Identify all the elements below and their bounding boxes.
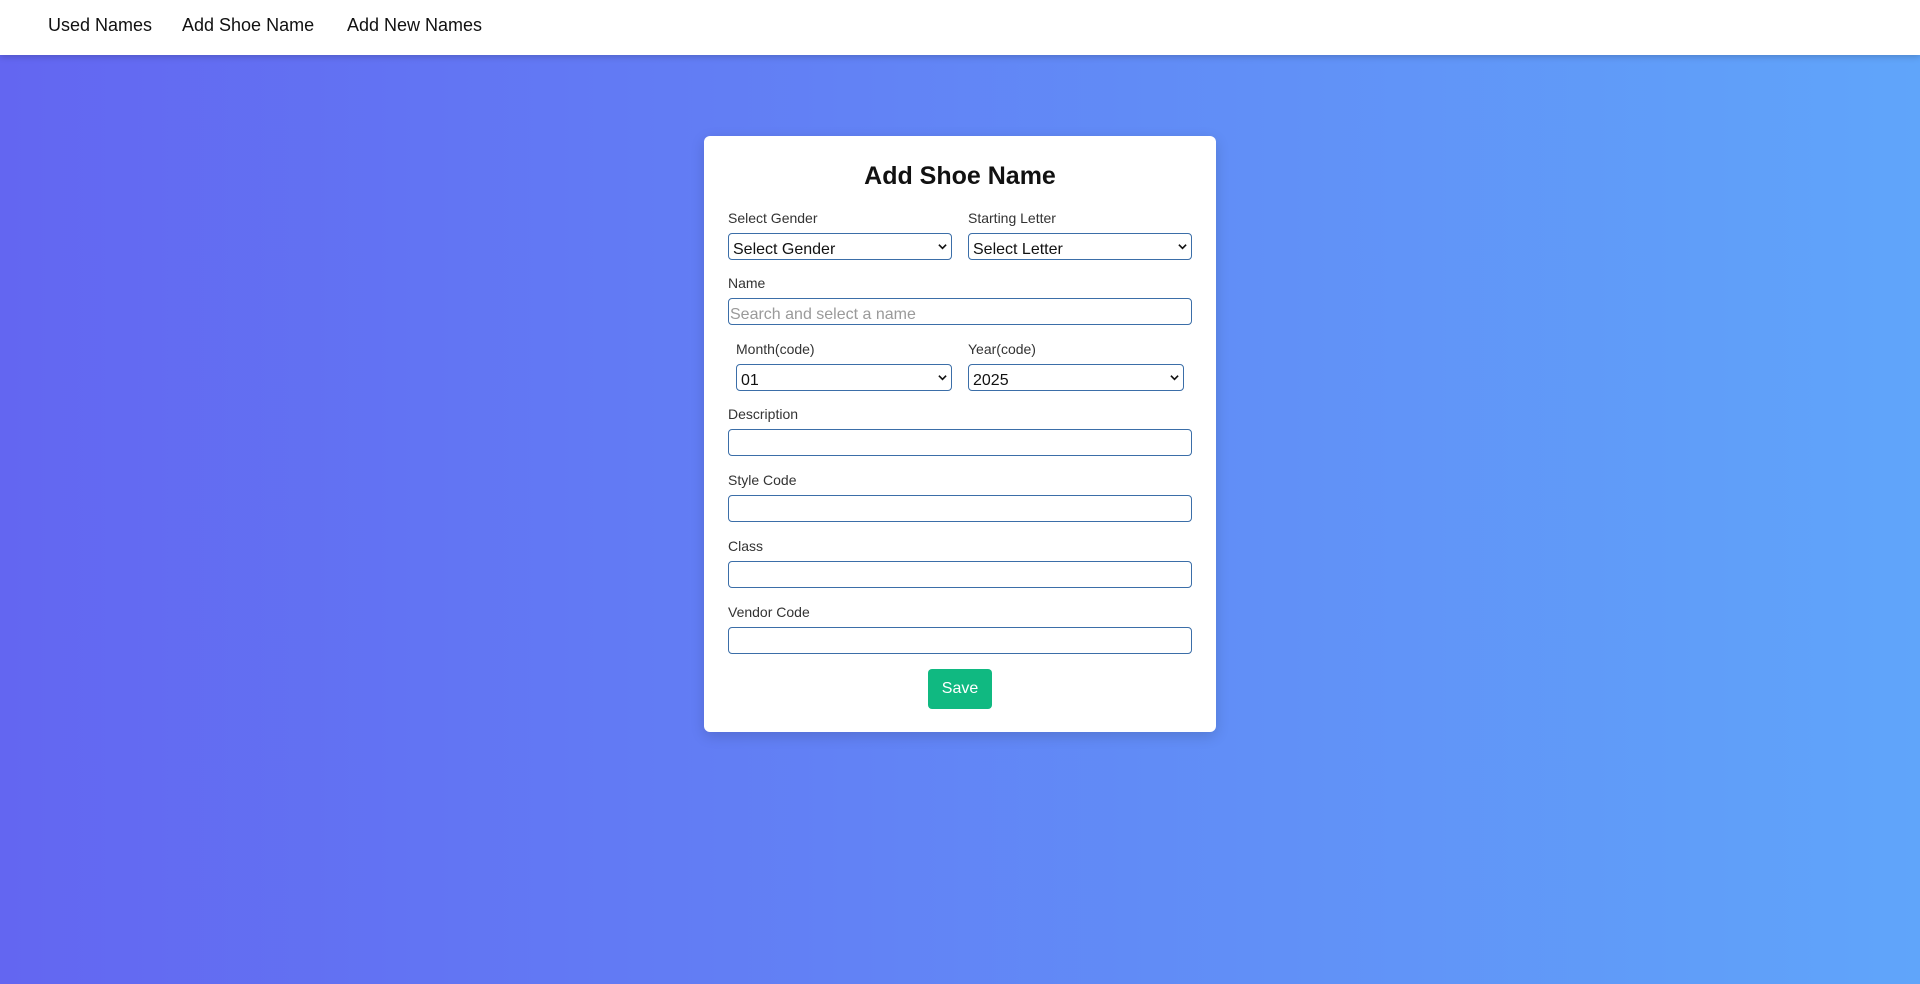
year-code-select-value: 2025: [973, 372, 1009, 389]
name-search-input[interactable]: Search and select a name: [728, 298, 1192, 325]
month-code-label: Month(code): [736, 341, 815, 357]
gender-label: Select Gender: [728, 210, 818, 226]
save-button[interactable]: Save: [928, 669, 992, 709]
starting-letter-select-value: Select Letter: [973, 241, 1063, 258]
style-code-label: Style Code: [728, 472, 797, 488]
gender-select-value: Select Gender: [733, 241, 836, 258]
name-label: Name: [728, 275, 766, 291]
nav-add-shoe-name[interactable]: Add Shoe Name: [182, 15, 314, 36]
month-code-select[interactable]: 01: [736, 364, 952, 391]
starting-letter-select[interactable]: Select Letter: [968, 233, 1192, 260]
style-code-input[interactable]: [728, 495, 1192, 522]
top-navbar: Used Names Add Shoe Name Add New Names: [0, 0, 1920, 55]
month-code-select-value: 01: [741, 372, 759, 389]
vendor-code-label: Vendor Code: [728, 604, 810, 620]
chevron-down-icon: [1178, 244, 1187, 250]
gender-select[interactable]: Select Gender: [728, 233, 952, 260]
class-input[interactable]: [728, 561, 1192, 588]
year-code-select[interactable]: 2025: [968, 364, 1184, 391]
form-title: Add Shoe Name: [864, 162, 1056, 190]
name-search-placeholder: Search and select a name: [730, 306, 916, 323]
chevron-down-icon: [938, 375, 947, 381]
description-label: Description: [728, 406, 799, 422]
chevron-down-icon: [1170, 375, 1179, 381]
add-shoe-name-card: Add Shoe Name Select Gender Select Gende…: [704, 136, 1216, 732]
year-code-label: Year(code): [968, 341, 1036, 357]
vendor-code-input[interactable]: [728, 627, 1192, 654]
starting-letter-label: Starting Letter: [968, 210, 1056, 226]
nav-used-names[interactable]: Used Names: [48, 15, 152, 36]
class-label: Class: [728, 538, 764, 554]
description-input[interactable]: [728, 429, 1192, 456]
chevron-down-icon: [938, 244, 947, 250]
nav-add-new-names[interactable]: Add New Names: [347, 15, 482, 36]
